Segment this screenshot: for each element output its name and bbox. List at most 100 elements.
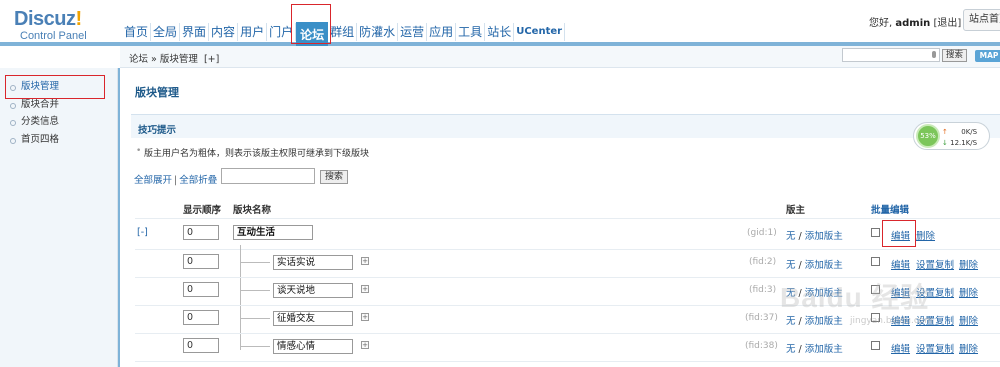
- upload-speed-value: 0K/S: [961, 128, 978, 136]
- tree-line: [240, 245, 241, 350]
- sidebar-highlight-box: [5, 75, 105, 99]
- group-id-label: (gid:1): [747, 228, 777, 238]
- add-moderator-link[interactable]: 添加版主: [805, 344, 843, 355]
- moderator-sep: /: [795, 231, 805, 242]
- table-divider: [135, 218, 1000, 219]
- nav-user[interactable]: 用户: [238, 23, 268, 41]
- group-moderator: 无 / 添加版主: [786, 228, 843, 242]
- forum-order-input[interactable]: 0: [183, 338, 219, 353]
- username: admin: [895, 18, 931, 29]
- forum-id-label: (fid:2): [749, 257, 777, 267]
- add-moderator-link[interactable]: 添加版主: [805, 231, 843, 242]
- nav-forum-highlight-box: [291, 4, 331, 44]
- tree-branch: [240, 262, 270, 263]
- column-batch-edit[interactable]: 批量编辑: [871, 202, 909, 216]
- arrow-up-icon: ↑: [942, 128, 948, 136]
- top-search-input[interactable]: [842, 48, 940, 62]
- top-search-button[interactable]: 搜索: [942, 49, 967, 62]
- breadcrumb-add-shortcut[interactable]: [+]: [204, 54, 219, 65]
- column-order: 显示顺序: [183, 205, 222, 216]
- site-home-button[interactable]: 站点首页: [963, 9, 1000, 31]
- nav-ucenter[interactable]: UCenter: [514, 23, 566, 41]
- greeting-text: 您好,: [869, 18, 893, 29]
- add-subforum-icon[interactable]: +: [361, 313, 369, 321]
- forum-search-input[interactable]: [221, 168, 315, 184]
- arrow-down-icon: ↓: [942, 139, 948, 147]
- logo-text: Discuz: [14, 8, 76, 30]
- sidebar-item-forum-merge[interactable]: 版块合并: [10, 98, 59, 116]
- page-title: 版块管理: [135, 86, 179, 99]
- table-divider: [135, 361, 1000, 362]
- map-button[interactable]: MAP: [975, 50, 1000, 62]
- tree-branch: [240, 346, 270, 347]
- breadcrumb-current: 版块管理: [159, 54, 198, 65]
- nav-apps[interactable]: 应用: [427, 23, 457, 41]
- nav-content[interactable]: 内容: [209, 23, 239, 41]
- group-delete-link[interactable]: 删除: [916, 228, 935, 242]
- nav-interface[interactable]: 界面: [180, 23, 210, 41]
- sidebar-item-category-info[interactable]: 分类信息: [10, 115, 59, 133]
- breadcrumb-separator: »: [148, 54, 160, 65]
- logo-mark: !: [75, 8, 82, 30]
- upload-speed: ↑ 0K/S: [942, 128, 977, 136]
- nav-group[interactable]: 群组: [328, 23, 358, 41]
- logo-subtitle: Control Panel: [20, 30, 87, 42]
- forum-name-input[interactable]: 实话实说: [273, 255, 353, 270]
- breadcrumb-forum[interactable]: 论坛: [129, 54, 148, 65]
- moderator-sep: /: [795, 344, 805, 355]
- main-nav: 首页 全局 界面 内容 用户 门户 论坛 群组 防灌水 运营 应用 工具 站长 …: [122, 16, 566, 48]
- network-speed-widget[interactable]: 53% ↑ 0K/S ↓ 12.1K/S: [913, 122, 990, 150]
- forum-copy-settings-link[interactable]: 设置复制: [916, 341, 954, 355]
- nav-antispam[interactable]: 防灌水: [357, 23, 399, 41]
- forum-id-label: (fid:3): [749, 285, 777, 295]
- toolbar: 全部展开 | 全部折叠: [134, 172, 217, 186]
- forum-order-input[interactable]: 0: [183, 282, 219, 297]
- add-subforum-icon[interactable]: +: [361, 285, 369, 293]
- forum-order-input[interactable]: 0: [183, 254, 219, 269]
- sidebar-item-home-grid[interactable]: 首页四格: [10, 133, 59, 151]
- top-header: Discuz! Control Panel 首页 全局 界面 内容 用户 门户 …: [0, 0, 1000, 48]
- tree-branch: [240, 290, 270, 291]
- logo-main: Discuz!: [14, 9, 114, 29]
- moderator-none: 无: [786, 344, 796, 355]
- discuz-logo[interactable]: Discuz! Control Panel: [14, 9, 114, 42]
- nav-global[interactable]: 全局: [151, 23, 181, 41]
- toolbar-separator: |: [174, 175, 178, 186]
- group-order-input[interactable]: 0: [183, 225, 219, 240]
- download-speed-value: 12.1K/S: [950, 139, 978, 147]
- user-bar: 您好, admin [退出]: [869, 14, 961, 29]
- forum-name-input[interactable]: 征婚交友: [273, 311, 353, 326]
- forum-delete-link[interactable]: 删除: [959, 341, 978, 355]
- baidu-watermark: Baidu 经验 jingyan.baidu.com: [780, 262, 990, 332]
- group-collapse-toggle[interactable]: [-]: [137, 227, 148, 238]
- collapse-all-link[interactable]: 全部折叠: [179, 175, 217, 186]
- nav-home[interactable]: 首页: [122, 23, 152, 41]
- forum-checkbox[interactable]: [871, 341, 880, 350]
- moderator-none: 无: [786, 231, 796, 242]
- network-usage-circle: 53%: [916, 124, 940, 148]
- table-divider: [135, 333, 1000, 334]
- sub-bar: 论坛 » 版块管理 [+] 搜索 MAP: [120, 46, 1000, 68]
- add-subforum-icon[interactable]: +: [361, 341, 369, 349]
- group-checkbox[interactable]: [871, 228, 880, 237]
- column-moderator: 版主: [786, 205, 806, 216]
- add-subforum-icon[interactable]: +: [361, 257, 369, 265]
- nav-webmaster[interactable]: 站长: [485, 23, 515, 41]
- watermark-url: jingyan.baidu.com: [850, 316, 934, 326]
- download-speed: ↓ 12.1K/S: [942, 139, 977, 147]
- group-name-input[interactable]: 互动生活: [233, 225, 313, 240]
- forum-name-input[interactable]: 谈天说地: [273, 283, 353, 298]
- microphone-icon: [932, 51, 936, 58]
- expand-all-link[interactable]: 全部展开: [134, 175, 172, 186]
- forum-name-input[interactable]: 情感心情: [273, 339, 353, 354]
- breadcrumb: 论坛 » 版块管理 [+]: [129, 51, 219, 65]
- forum-search-button[interactable]: 搜索: [320, 170, 348, 184]
- nav-tools[interactable]: 工具: [456, 23, 486, 41]
- forum-order-input[interactable]: 0: [183, 310, 219, 325]
- forum-moderator: 无 / 添加版主: [786, 341, 843, 355]
- watermark-text: Baidu 经验: [780, 282, 930, 313]
- logout-link[interactable]: [退出]: [933, 18, 961, 29]
- nav-operation[interactable]: 运营: [398, 23, 428, 41]
- forum-edit-link[interactable]: 编辑: [891, 341, 910, 355]
- forum-id-label: (fid:38): [745, 341, 778, 351]
